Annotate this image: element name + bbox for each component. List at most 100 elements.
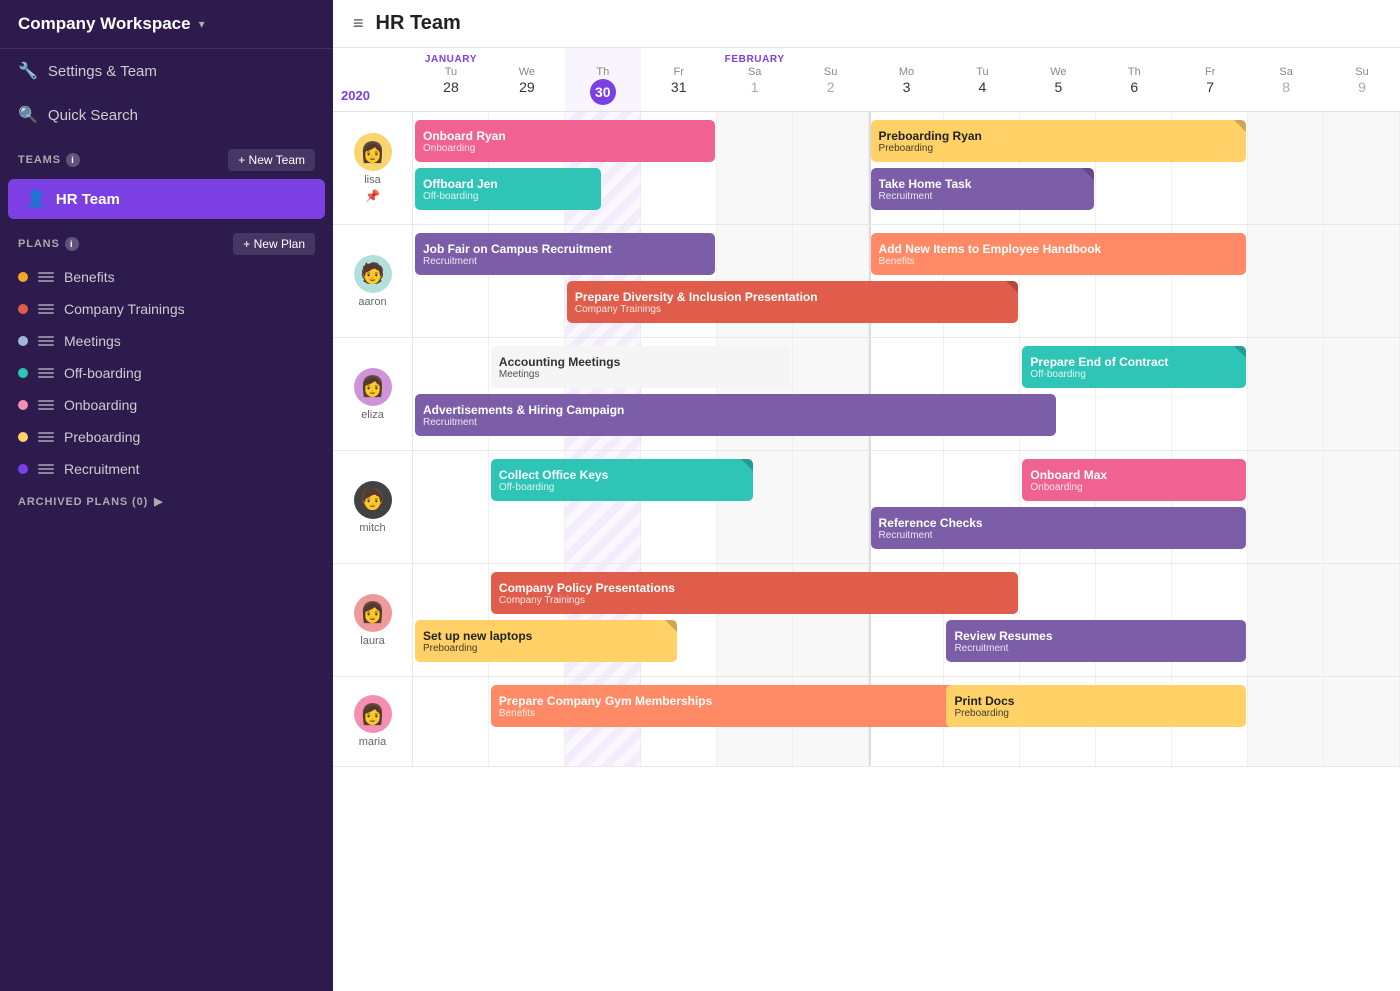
cal-header-day-2: . Su 2 (793, 48, 869, 111)
new-plan-button[interactable]: + New Plan (233, 233, 315, 255)
task-title: Company Policy Presentations (499, 581, 1010, 595)
person-name-lisa: lisa (364, 174, 381, 186)
task-subtitle: Off-boarding (499, 482, 745, 493)
person-row-mitch: 🧑mitchCollect Office KeysOff-boardingOnb… (333, 451, 1400, 564)
task-collect-office-keys[interactable]: Collect Office KeysOff-boarding (491, 459, 753, 501)
sidebar-plan-company-trainings[interactable]: Company Trainings (0, 293, 333, 325)
task-title: Collect Office Keys (499, 468, 745, 482)
chevron-down-icon: ▾ (199, 17, 205, 31)
person-cell-lisa: 👩lisa📌 (333, 112, 413, 224)
day-num: 5 (1054, 79, 1062, 95)
plan-lines-icon (38, 400, 54, 410)
task-review-resumes[interactable]: Review ResumesRecruitment (946, 620, 1246, 662)
settings-label: Settings & Team (48, 63, 157, 80)
teams-info-icon[interactable]: i (66, 153, 80, 167)
cal-header-day-3: . Mo 3 (869, 48, 945, 111)
person-name-maria: maria (359, 736, 387, 748)
day-num: 31 (671, 79, 687, 95)
task-title: Preboarding Ryan (879, 129, 1239, 143)
sidebar: Company Workspace ▾ 🔧 Settings & Team 🔍 … (0, 0, 333, 991)
archived-label: ARCHIVED PLANS (0) (18, 496, 148, 508)
person-name-eliza: eliza (361, 409, 384, 421)
day-num: 3 (903, 79, 911, 95)
plan-lines-icon (38, 304, 54, 314)
sidebar-plan-onboarding[interactable]: Onboarding (0, 389, 333, 421)
task-onboard-max[interactable]: Onboard MaxOnboarding (1022, 459, 1246, 501)
plan-dot (18, 368, 28, 378)
workspace-title: Company Workspace (18, 14, 191, 34)
plan-name: Benefits (64, 269, 115, 285)
new-team-button[interactable]: + New Team (228, 149, 315, 171)
team-name: HR Team (56, 191, 120, 208)
main-content: ≡ HR Team 2020 JANUARY Tu 28 . We 29 . T… (333, 0, 1400, 991)
task-reference-checks[interactable]: Reference ChecksRecruitment (871, 507, 1247, 549)
task-print-docs[interactable]: Print DocsPreboarding (946, 685, 1246, 727)
task-job-fair-on-campus-r[interactable]: Job Fair on Campus RecruitmentRecruitmen… (415, 233, 715, 275)
task-offboard-jen[interactable]: Offboard JenOff-boarding (415, 168, 601, 210)
task-subtitle: Company Trainings (499, 595, 1010, 606)
sidebar-plan-benefits[interactable]: Benefits (0, 261, 333, 293)
task-title: Job Fair on Campus Recruitment (423, 242, 707, 256)
task-title: Offboard Jen (423, 177, 593, 191)
task-preboarding-ryan[interactable]: Preboarding RyanPreboarding (871, 120, 1247, 162)
plan-dot (18, 464, 28, 474)
workspace-header[interactable]: Company Workspace ▾ (0, 0, 333, 49)
person-cell-aaron: 🧑aaron (333, 225, 413, 337)
task-onboard-ryan[interactable]: Onboard RyanOnboarding (415, 120, 715, 162)
task-advertisements-&-hir[interactable]: Advertisements & Hiring CampaignRecruitm… (415, 394, 1056, 436)
sidebar-item-search[interactable]: 🔍 Quick Search (0, 93, 333, 137)
sidebar-plan-off-boarding[interactable]: Off-boarding (0, 357, 333, 389)
archived-plans[interactable]: ARCHIVED PLANS (0) ▶ (0, 485, 333, 518)
task-subtitle: Meetings (499, 369, 783, 380)
task-accounting-meetings[interactable]: Accounting MeetingsMeetings (491, 346, 791, 388)
team-item-hr[interactable]: 👤 HR Team (8, 179, 325, 219)
task-add-new-items-to-emp[interactable]: Add New Items to Employee HandbookBenefi… (871, 233, 1247, 275)
task-set-up-new-laptops[interactable]: Set up new laptopsPreboarding (415, 620, 677, 662)
events-area-aaron: Job Fair on Campus RecruitmentRecruitmen… (413, 225, 1400, 337)
task-subtitle: Recruitment (879, 191, 1087, 202)
person-name-mitch: mitch (359, 522, 385, 534)
events-area-lisa: Onboard RyanOnboarding Preboarding RyanPr… (413, 112, 1400, 224)
task-subtitle: Recruitment (954, 643, 1238, 654)
calendar-wrapper: 2020 JANUARY Tu 28 . We 29 . Th 30 . Fr … (333, 48, 1400, 991)
events-area-mitch: Collect Office KeysOff-boarding Onboard M… (413, 451, 1400, 563)
quick-search-label: Quick Search (48, 107, 138, 124)
task-subtitle: Preboarding (423, 643, 669, 654)
events-area-laura: Company Policy PresentationsCompany Trai… (413, 564, 1400, 676)
day-num: 7 (1206, 79, 1214, 95)
task-title: Reference Checks (879, 516, 1239, 530)
day-num: 4 (979, 79, 987, 95)
sidebar-plan-recruitment[interactable]: Recruitment (0, 453, 333, 485)
day-num: 2 (827, 79, 835, 95)
cal-header-day-4: . Tu 4 (944, 48, 1020, 111)
task-title: Add New Items to Employee Handbook (879, 242, 1239, 256)
plan-name: Off-boarding (64, 365, 142, 381)
task-prepare-diversity-&-[interactable]: Prepare Diversity & Inclusion Presentati… (567, 281, 1019, 323)
task-title: Print Docs (954, 694, 1238, 708)
cal-header-day-28: JANUARY Tu 28 (413, 48, 489, 111)
january-label: JANUARY (421, 54, 481, 65)
task-prepare-end-of-contr[interactable]: Prepare End of ContractOff-boarding (1022, 346, 1246, 388)
sidebar-item-settings[interactable]: 🔧 Settings & Team (0, 49, 333, 93)
person-name-aaron: aaron (358, 296, 386, 308)
plans-info-icon[interactable]: i (65, 237, 79, 251)
sidebar-plan-meetings[interactable]: Meetings (0, 325, 333, 357)
plans-label: PLANS i (18, 237, 79, 251)
pin-icon: 📌 (365, 189, 380, 203)
task-title: Advertisements & Hiring Campaign (423, 403, 1048, 417)
task-company-policy-prese[interactable]: Company Policy PresentationsCompany Trai… (491, 572, 1018, 614)
person-row-maria: 👩mariaPrepare Company Gym MembershipsBen… (333, 677, 1400, 767)
calendar-body[interactable]: 👩lisa📌Onboard RyanOnboardingPreboarding … (333, 112, 1400, 991)
plan-lines-icon (38, 432, 54, 442)
plan-name: Onboarding (64, 397, 137, 413)
sidebar-plan-preboarding[interactable]: Preboarding (0, 421, 333, 453)
events-area-maria: Prepare Company Gym MembershipsBenefitsP… (413, 677, 1400, 766)
task-take-home-task[interactable]: Take Home TaskRecruitment (871, 168, 1095, 210)
person-cell-laura: 👩laura (333, 564, 413, 676)
task-subtitle: Onboarding (423, 143, 707, 154)
cal-header-day-6: . Th 6 (1096, 48, 1172, 111)
menu-icon[interactable]: ≡ (353, 13, 364, 34)
task-prepare-company-gym-[interactable]: Prepare Company Gym MembershipsBenefits (491, 685, 981, 727)
task-title: Accounting Meetings (499, 355, 783, 369)
teams-section-header: TEAMS i + New Team (0, 137, 333, 177)
